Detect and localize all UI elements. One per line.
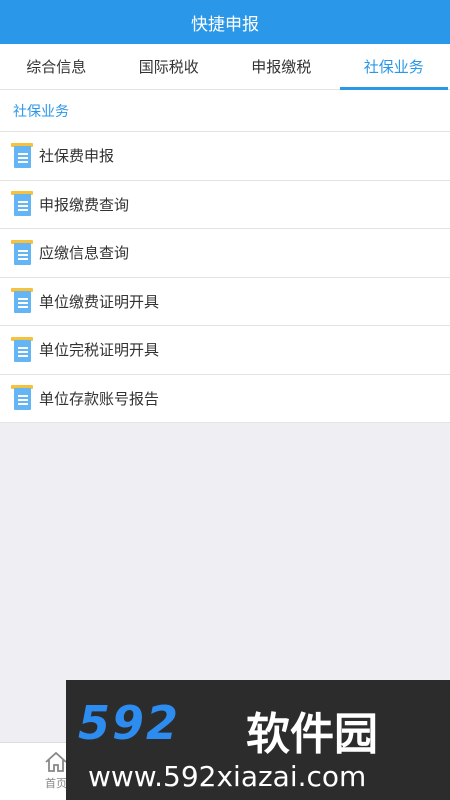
document-icon (11, 385, 33, 411)
list-item-payment-query[interactable]: 申报缴费查询 (0, 181, 450, 229)
watermark-brand-text: 软件园 (246, 709, 378, 760)
list-item-label: 单位完税证明开具 (39, 341, 160, 360)
watermark-brand-number: 592 (78, 696, 181, 750)
section-title: 社保业务 (0, 90, 450, 132)
page-title: 快捷申报 (191, 14, 259, 35)
list-item-label: 申报缴费查询 (39, 195, 130, 214)
document-icon (11, 336, 33, 363)
tab-declare-pay[interactable]: 申报缴税 (225, 44, 338, 89)
home-icon (45, 751, 67, 772)
list-item-label: 单位缴费证明开具 (39, 292, 160, 311)
watermark-banner: 592 软件园 www.592xiazai.com (66, 680, 450, 800)
document-icon (11, 191, 33, 217)
list-item-social-fee-declare[interactable]: 社保费申报 (0, 132, 450, 181)
watermark-url: www.592xiazai.com (88, 760, 367, 793)
menu-list: 社保费申报 申报缴费查询 应缴信息查询 单位缴费证明开具 单位完税证明开具 单位… (0, 132, 450, 423)
document-icon (11, 288, 33, 314)
tab-general-info[interactable]: 综合信息 (0, 44, 113, 89)
document-icon (11, 239, 33, 266)
nav-home-label: 首页 (45, 777, 67, 790)
list-item-due-info-query[interactable]: 应缴信息查询 (0, 229, 450, 278)
tab-international-tax[interactable]: 国际税收 (113, 44, 226, 89)
tab-social-insurance[interactable]: 社保业务 (338, 44, 450, 90)
document-icon (11, 142, 33, 169)
list-item-tax-certificate[interactable]: 单位完税证明开具 (0, 326, 450, 375)
list-item-label: 应缴信息查询 (39, 244, 130, 263)
tab-bar: 综合信息 国际税收 申报缴税 社保业务 (0, 44, 450, 90)
list-item-label: 单位存款账号报告 (39, 389, 160, 408)
list-item-deposit-account-report[interactable]: 单位存款账号报告 (0, 375, 450, 423)
list-item-label: 社保费申报 (39, 147, 115, 166)
app-header: 快捷申报 (0, 0, 450, 44)
list-item-payment-certificate[interactable]: 单位缴费证明开具 (0, 278, 450, 326)
